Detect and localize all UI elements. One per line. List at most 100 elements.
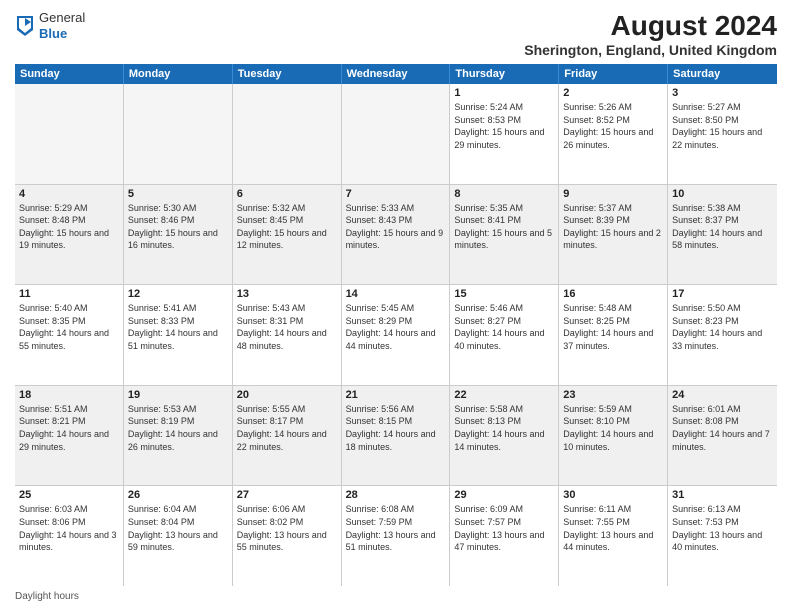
cell-text: Sunrise: 5:43 AM Sunset: 8:31 PM Dayligh… — [237, 302, 337, 352]
cell-text: Sunrise: 5:59 AM Sunset: 8:10 PM Dayligh… — [563, 403, 663, 453]
calendar-row-1: 1 Sunrise: 5:24 AM Sunset: 8:53 PM Daylig… — [15, 84, 777, 185]
day-number: 3 — [672, 87, 773, 99]
cell-text: Sunrise: 5:45 AM Sunset: 8:29 PM Dayligh… — [346, 302, 446, 352]
logo-icon — [15, 14, 35, 38]
logo: General Blue — [15, 10, 85, 41]
cal-cell: 24Sunrise: 6:01 AM Sunset: 8:08 PM Dayli… — [668, 386, 777, 486]
cal-cell: 12Sunrise: 5:41 AM Sunset: 8:33 PM Dayli… — [124, 285, 233, 385]
cell-text: Sunrise: 5:24 AM Sunset: 8:53 PM Dayligh… — [454, 101, 554, 151]
cal-cell: 26 Sunrise: 6:04 AM Sunset: 8:04 PM Dayli… — [124, 486, 233, 586]
cal-cell: 21Sunrise: 5:56 AM Sunset: 8:15 PM Dayli… — [342, 386, 451, 486]
cal-cell: 20Sunrise: 5:55 AM Sunset: 8:17 PM Dayli… — [233, 386, 342, 486]
cal-cell: 28 Sunrise: 6:08 AM Sunset: 7:59 PM Dayli… — [342, 486, 451, 586]
day-number: 31 — [672, 489, 773, 501]
cal-cell: 16 Sunrise: 5:48 AM Sunset: 8:25 PM Dayli… — [559, 285, 668, 385]
cal-cell: 27 Sunrise: 6:06 AM Sunset: 8:02 PM Dayli… — [233, 486, 342, 586]
calendar-row-3: 11 Sunrise: 5:40 AM Sunset: 8:35 PM Dayli… — [15, 285, 777, 386]
cal-cell: 30Sunrise: 6:11 AM Sunset: 7:55 PM Dayli… — [559, 486, 668, 586]
header-day-friday: Friday — [559, 64, 668, 84]
day-number: 17 — [672, 288, 773, 300]
day-number: 5 — [128, 188, 228, 200]
day-number: 27 — [237, 489, 337, 501]
cal-cell: 31 Sunrise: 6:13 AM Sunset: 7:53 PM Dayli… — [668, 486, 777, 586]
cal-cell: 3 Sunrise: 5:27 AM Sunset: 8:50 PM Daylig… — [668, 84, 777, 184]
day-number: 6 — [237, 188, 337, 200]
cell-text: Sunrise: 6:09 AM Sunset: 7:57 PM Dayligh… — [454, 503, 554, 553]
cal-cell: 10 Sunrise: 5:38 AM Sunset: 8:37 PM Dayli… — [668, 185, 777, 285]
cal-cell: 6 Sunrise: 5:32 AM Sunset: 8:45 PM Daylig… — [233, 185, 342, 285]
day-number: 1 — [454, 87, 554, 99]
cal-cell: 7 Sunrise: 5:33 AM Sunset: 8:43 PM Daylig… — [342, 185, 451, 285]
day-number: 23 — [563, 389, 663, 401]
calendar: SundayMondayTuesdayWednesdayThursdayFrid… — [15, 64, 777, 586]
day-number: 7 — [346, 188, 446, 200]
cell-text: Sunrise: 5:37 AM Sunset: 8:39 PM Dayligh… — [563, 202, 663, 252]
cal-cell: 11 Sunrise: 5:40 AM Sunset: 8:35 PM Dayli… — [15, 285, 124, 385]
cal-cell: 25 Sunrise: 6:03 AM Sunset: 8:06 PM Dayli… — [15, 486, 124, 586]
cell-text: Sunrise: 5:29 AM Sunset: 8:48 PM Dayligh… — [19, 202, 119, 252]
day-number: 4 — [19, 188, 119, 200]
cell-text: Sunrise: 6:13 AM Sunset: 7:53 PM Dayligh… — [672, 503, 773, 553]
cell-text: Sunrise: 5:35 AM Sunset: 8:41 PM Dayligh… — [454, 202, 554, 252]
day-number: 11 — [19, 288, 119, 300]
footer-text: Daylight hours — [15, 591, 79, 602]
day-number: 16 — [563, 288, 663, 300]
cell-text: Sunrise: 6:03 AM Sunset: 8:06 PM Dayligh… — [19, 503, 119, 553]
cell-text: Sunrise: 5:40 AM Sunset: 8:35 PM Dayligh… — [19, 302, 119, 352]
header-day-saturday: Saturday — [668, 64, 777, 84]
cell-text: Sunrise: 5:56 AM Sunset: 8:15 PM Dayligh… — [346, 403, 446, 453]
logo-blue: Blue — [39, 26, 85, 42]
logo-general: General — [39, 10, 85, 26]
cal-cell — [342, 84, 451, 184]
main-title: August 2024 — [524, 10, 777, 42]
cal-cell: 8Sunrise: 5:35 AM Sunset: 8:41 PM Daylig… — [450, 185, 559, 285]
cal-cell: 9 Sunrise: 5:37 AM Sunset: 8:39 PM Daylig… — [559, 185, 668, 285]
header-day-monday: Monday — [124, 64, 233, 84]
cal-cell — [233, 84, 342, 184]
logo-text: General Blue — [39, 10, 85, 41]
cell-text: Sunrise: 5:32 AM Sunset: 8:45 PM Dayligh… — [237, 202, 337, 252]
cal-cell: 19Sunrise: 5:53 AM Sunset: 8:19 PM Dayli… — [124, 386, 233, 486]
calendar-body: 1 Sunrise: 5:24 AM Sunset: 8:53 PM Daylig… — [15, 84, 777, 586]
cal-cell: 13 Sunrise: 5:43 AM Sunset: 8:31 PM Dayli… — [233, 285, 342, 385]
cal-cell: 15Sunrise: 5:46 AM Sunset: 8:27 PM Dayli… — [450, 285, 559, 385]
cal-cell: 5 Sunrise: 5:30 AM Sunset: 8:46 PM Daylig… — [124, 185, 233, 285]
header: General Blue August 2024 Sherington, Eng… — [15, 10, 777, 58]
header-day-wednesday: Wednesday — [342, 64, 451, 84]
cal-cell: 4 Sunrise: 5:29 AM Sunset: 8:48 PM Daylig… — [15, 185, 124, 285]
cal-cell: 23 Sunrise: 5:59 AM Sunset: 8:10 PM Dayli… — [559, 386, 668, 486]
cell-text: Sunrise: 5:41 AM Sunset: 8:33 PM Dayligh… — [128, 302, 228, 352]
day-number: 25 — [19, 489, 119, 501]
calendar-row-5: 25 Sunrise: 6:03 AM Sunset: 8:06 PM Dayli… — [15, 486, 777, 586]
cell-text: Sunrise: 5:58 AM Sunset: 8:13 PM Dayligh… — [454, 403, 554, 453]
cell-text: Sunrise: 5:46 AM Sunset: 8:27 PM Dayligh… — [454, 302, 554, 352]
day-number: 28 — [346, 489, 446, 501]
day-number: 26 — [128, 489, 228, 501]
cell-text: Sunrise: 5:27 AM Sunset: 8:50 PM Dayligh… — [672, 101, 773, 151]
calendar-row-2: 4 Sunrise: 5:29 AM Sunset: 8:48 PM Daylig… — [15, 185, 777, 286]
cell-text: Sunrise: 6:11 AM Sunset: 7:55 PM Dayligh… — [563, 503, 663, 553]
cell-text: Sunrise: 5:48 AM Sunset: 8:25 PM Dayligh… — [563, 302, 663, 352]
day-number: 22 — [454, 389, 554, 401]
day-number: 13 — [237, 288, 337, 300]
cell-text: Sunrise: 6:04 AM Sunset: 8:04 PM Dayligh… — [128, 503, 228, 553]
cal-cell — [15, 84, 124, 184]
sub-title: Sherington, England, United Kingdom — [524, 42, 777, 58]
cell-text: Sunrise: 5:38 AM Sunset: 8:37 PM Dayligh… — [672, 202, 773, 252]
footer: Daylight hours — [15, 591, 777, 602]
cell-text: Sunrise: 5:51 AM Sunset: 8:21 PM Dayligh… — [19, 403, 119, 453]
cell-text: Sunrise: 6:06 AM Sunset: 8:02 PM Dayligh… — [237, 503, 337, 553]
cell-text: Sunrise: 5:55 AM Sunset: 8:17 PM Dayligh… — [237, 403, 337, 453]
day-number: 9 — [563, 188, 663, 200]
cal-cell: 1 Sunrise: 5:24 AM Sunset: 8:53 PM Daylig… — [450, 84, 559, 184]
day-number: 19 — [128, 389, 228, 401]
cell-text: Sunrise: 5:33 AM Sunset: 8:43 PM Dayligh… — [346, 202, 446, 252]
cell-text: Sunrise: 6:08 AM Sunset: 7:59 PM Dayligh… — [346, 503, 446, 553]
day-number: 24 — [672, 389, 773, 401]
cal-cell: 14 Sunrise: 5:45 AM Sunset: 8:29 PM Dayli… — [342, 285, 451, 385]
calendar-header: SundayMondayTuesdayWednesdayThursdayFrid… — [15, 64, 777, 84]
day-number: 10 — [672, 188, 773, 200]
day-number: 14 — [346, 288, 446, 300]
cal-cell: 17Sunrise: 5:50 AM Sunset: 8:23 PM Dayli… — [668, 285, 777, 385]
cell-text: Sunrise: 5:30 AM Sunset: 8:46 PM Dayligh… — [128, 202, 228, 252]
